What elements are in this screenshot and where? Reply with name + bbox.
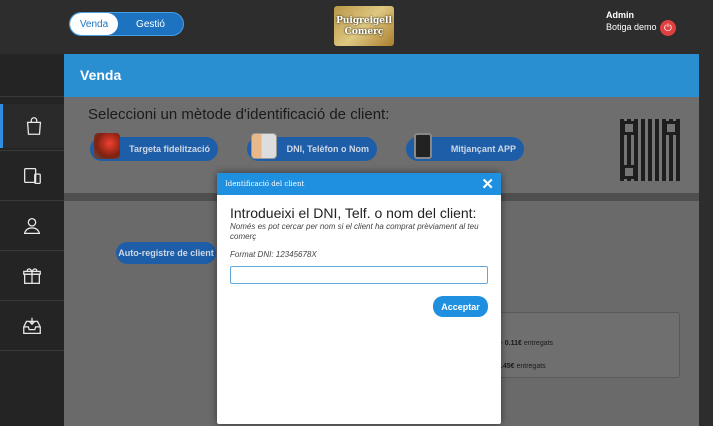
brand-logo: Puigreigell Comerç (334, 6, 394, 46)
client-search-input[interactable] (230, 266, 488, 284)
accept-button[interactable]: Acceptar (433, 296, 488, 317)
loyalty-card-icon (94, 133, 120, 159)
dialog-note: Només es pot cercar per nom si el client… (230, 222, 479, 241)
loyalty-card-label: Targeta fidelització (129, 144, 210, 154)
phone-app-icon (414, 133, 432, 159)
user-name: Admin (606, 10, 634, 20)
summary-card: i - 0.11€ entregats 0.45€ entregats (496, 312, 680, 378)
dni-phone-name-button[interactable]: DNI, Telèfon o Nom (247, 133, 377, 161)
app-button[interactable]: Mitjançant APP (406, 133, 524, 161)
user-icon (23, 218, 41, 234)
page-header: Venda (64, 54, 699, 97)
id-card-icon (251, 133, 277, 159)
shop-name: Botiga demo (606, 22, 657, 32)
sidebar-item-devices[interactable] (14, 154, 50, 198)
sidebar-item-sales[interactable] (0, 104, 64, 148)
user-info: Admin Botiga demo (606, 10, 657, 32)
inbox-icon (23, 317, 41, 334)
dialog-header: Identificació del client ✕ (217, 173, 501, 195)
summary-row-1: i - 0.11€ entregats (497, 340, 554, 347)
mode-gestio[interactable]: Gestió (118, 13, 183, 35)
identification-question: Seleccioni un mètode d'identificació de … (88, 106, 390, 123)
mode-toggle[interactable]: Venda Gestió (69, 12, 184, 36)
mode-venda[interactable]: Venda (70, 13, 118, 35)
logo-text-line1: Puigreigell (336, 16, 392, 26)
sidebar (0, 54, 64, 426)
sidebar-item-customers[interactable] (14, 204, 50, 248)
devices-icon (24, 168, 41, 184)
logo-text-line2: Comerç (344, 27, 384, 37)
dni-phone-name-label: DNI, Telèfon o Nom (286, 144, 369, 154)
qr-code (620, 119, 680, 181)
sidebar-item-inbox[interactable] (14, 304, 50, 348)
identify-client-dialog: Identificació del client ✕ Introdueixi e… (217, 173, 501, 424)
close-icon[interactable]: ✕ (481, 175, 494, 193)
top-bar: Venda Gestió Puigreigell Comerç Admin Bo… (0, 0, 713, 54)
sidebar-item-gifts[interactable] (14, 254, 50, 298)
gift-icon (23, 268, 41, 284)
shopping-bag-icon (26, 117, 41, 135)
page-title: Venda (80, 67, 122, 83)
auto-register-button[interactable]: Auto-registre de client (116, 242, 216, 264)
summary-row-2: 0.45€ entregats (497, 363, 546, 370)
scrollbar[interactable] (699, 54, 713, 426)
loyalty-card-button[interactable]: Targeta fidelització (90, 133, 218, 161)
dialog-heading: Introdueixi el DNI, Telf. o nom del clie… (230, 205, 477, 221)
dialog-title: Identificació del client (225, 180, 305, 188)
logout-icon[interactable]: ⏻ (660, 20, 676, 36)
app-label: Mitjançant APP (450, 144, 516, 154)
dni-format-hint: Format DNI: 12345678X (230, 250, 317, 259)
